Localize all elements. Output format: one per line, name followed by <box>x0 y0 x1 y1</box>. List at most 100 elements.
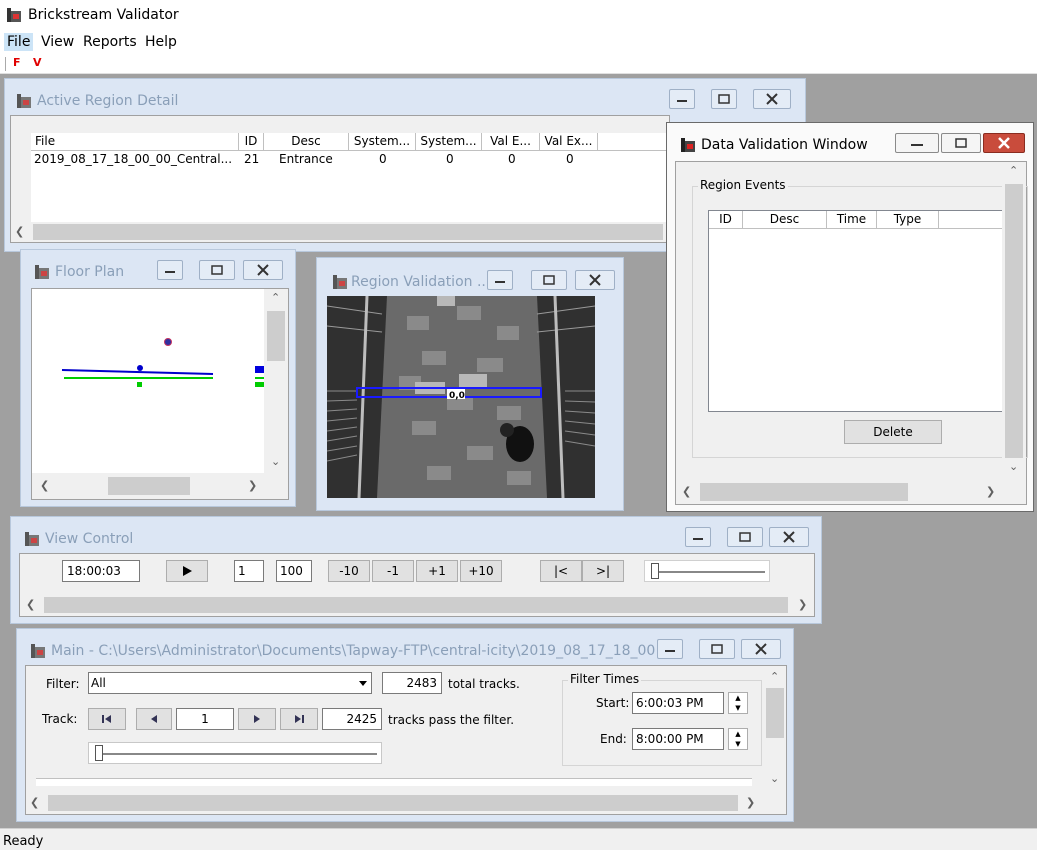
minimize-button[interactable] <box>895 133 939 153</box>
last-frame-button[interactable]: >| <box>582 560 624 582</box>
column-header-system-1[interactable]: System... <box>349 133 416 151</box>
horizontal-scrollbar[interactable]: ❮ ❯ <box>676 480 1002 504</box>
track-input[interactable]: 1 <box>176 708 234 730</box>
spin-down-icon[interactable]: ▼ <box>729 739 747 749</box>
minimize-button[interactable] <box>657 639 683 659</box>
minimize-button[interactable] <box>685 527 711 547</box>
maximize-button[interactable] <box>531 270 567 290</box>
scroll-thumb[interactable] <box>108 477 190 495</box>
scroll-up-icon[interactable]: ⌃ <box>770 670 779 683</box>
spin-up-icon[interactable]: ▲ <box>729 693 747 703</box>
column-header-time[interactable]: Time <box>827 211 877 229</box>
scroll-down-icon[interactable]: ⌄ <box>770 772 779 785</box>
toolbar-f-button[interactable]: F <box>13 56 21 69</box>
scroll-thumb[interactable] <box>44 597 788 613</box>
horizontal-scrollbar[interactable]: ❮ ❯ <box>20 594 814 616</box>
region-events-list[interactable]: ID Desc Time Type <box>708 210 1009 412</box>
time-input[interactable]: 18:00:03 <box>62 560 140 582</box>
delete-button[interactable]: Delete <box>844 420 942 444</box>
end-time-spinner[interactable]: ▲ ▼ <box>728 728 748 750</box>
column-header-system-2[interactable]: System... <box>416 133 482 151</box>
close-button[interactable] <box>769 527 809 547</box>
vertical-scrollbar[interactable]: ⌃ ⌄ <box>264 289 288 473</box>
maximize-button[interactable] <box>199 260 235 280</box>
first-track-button[interactable] <box>88 708 126 730</box>
column-header-desc[interactable]: Desc <box>264 133 349 151</box>
scroll-down-icon[interactable]: ⌄ <box>1009 460 1018 473</box>
next-track-button[interactable] <box>238 708 276 730</box>
filter-select[interactable]: All <box>88 672 372 694</box>
spin-up-icon[interactable]: ▲ <box>729 729 747 739</box>
dropdown-arrow-icon[interactable] <box>356 674 370 692</box>
close-button[interactable] <box>741 639 781 659</box>
slider-thumb[interactable] <box>95 745 103 761</box>
scroll-right-icon[interactable]: ❯ <box>746 796 755 809</box>
scroll-down-icon[interactable]: ⌄ <box>271 455 280 468</box>
column-header-desc[interactable]: Desc <box>743 211 827 229</box>
minimize-button[interactable] <box>669 89 695 109</box>
frame-input[interactable]: 1 <box>234 560 264 582</box>
position-slider[interactable] <box>644 560 770 582</box>
vertical-scrollbar[interactable]: ⌃ ⌄ <box>1002 162 1026 480</box>
scroll-thumb[interactable] <box>766 688 784 738</box>
scroll-left-icon[interactable]: ❮ <box>15 225 24 238</box>
column-header-val-e[interactable]: Val E... <box>482 133 540 151</box>
close-button[interactable] <box>243 260 283 280</box>
scroll-left-icon[interactable]: ❮ <box>26 598 35 611</box>
maximize-button[interactable] <box>727 527 763 547</box>
column-header-val-ex[interactable]: Val Ex... <box>540 133 598 151</box>
column-header-file[interactable]: File <box>31 133 239 151</box>
first-frame-button[interactable]: |< <box>540 560 582 582</box>
prev-track-button[interactable] <box>136 708 172 730</box>
close-button[interactable] <box>983 133 1025 153</box>
scroll-right-icon[interactable]: ❯ <box>248 479 257 492</box>
spin-down-icon[interactable]: ▼ <box>729 703 747 713</box>
scroll-right-icon[interactable]: ❯ <box>798 598 807 611</box>
speed-input[interactable]: 100 <box>276 560 312 582</box>
track-slider[interactable] <box>88 742 382 764</box>
scroll-left-icon[interactable]: ❮ <box>30 796 39 809</box>
minimize-button[interactable] <box>157 260 183 280</box>
play-button[interactable] <box>166 560 208 582</box>
scroll-thumb[interactable] <box>700 483 908 501</box>
column-header-type[interactable]: Type <box>877 211 939 229</box>
horizontal-scrollbar[interactable]: ❮ <box>11 222 669 242</box>
toolbar-v-button[interactable]: V <box>33 56 42 69</box>
horizontal-scrollbar[interactable]: ❮ ❯ <box>26 792 786 814</box>
scroll-left-icon[interactable]: ❮ <box>682 485 691 498</box>
step-minus-1-button[interactable]: -1 <box>372 560 414 582</box>
scroll-left-icon[interactable]: ❮ <box>40 479 49 492</box>
start-time-input[interactable]: 6:00:03 PM <box>632 692 724 714</box>
column-header-id[interactable]: ID <box>709 211 743 229</box>
minimize-button[interactable] <box>487 270 513 290</box>
column-header-id[interactable]: ID <box>239 133 264 151</box>
scroll-thumb[interactable] <box>48 795 738 811</box>
last-track-button[interactable] <box>280 708 318 730</box>
slider-thumb[interactable] <box>651 563 659 579</box>
horizontal-scrollbar[interactable]: ❮ ❯ <box>32 473 288 499</box>
step-minus-10-button[interactable]: -10 <box>328 560 370 582</box>
menu-view[interactable]: View <box>38 33 77 51</box>
camera-view[interactable]: 0,0 <box>326 295 596 499</box>
region-list[interactable]: File ID Desc System... System... Val E..… <box>31 133 675 223</box>
floor-plan-canvas[interactable]: ⌃ ⌄ ❮ ❯ <box>31 288 289 500</box>
end-time-input[interactable]: 8:00:00 PM <box>632 728 724 750</box>
menu-reports[interactable]: Reports <box>80 33 140 51</box>
close-button[interactable] <box>753 89 791 109</box>
menu-help[interactable]: Help <box>142 33 180 51</box>
maximize-button[interactable] <box>941 133 981 153</box>
scroll-up-icon[interactable]: ⌃ <box>271 291 280 304</box>
maximize-button[interactable] <box>711 89 737 109</box>
scroll-thumb[interactable] <box>267 311 285 361</box>
scroll-thumb[interactable] <box>1005 184 1023 458</box>
scroll-right-icon[interactable]: ❯ <box>986 485 995 498</box>
scroll-thumb[interactable] <box>33 224 663 240</box>
close-button[interactable] <box>575 270 615 290</box>
step-plus-1-button[interactable]: +1 <box>416 560 458 582</box>
step-plus-10-button[interactable]: +10 <box>460 560 502 582</box>
scroll-up-icon[interactable]: ⌃ <box>1009 164 1018 177</box>
maximize-button[interactable] <box>699 639 735 659</box>
start-time-spinner[interactable]: ▲ ▼ <box>728 692 748 714</box>
menu-file[interactable]: File <box>4 33 34 51</box>
vertical-scrollbar[interactable]: ⌃ ⌄ <box>764 666 786 792</box>
